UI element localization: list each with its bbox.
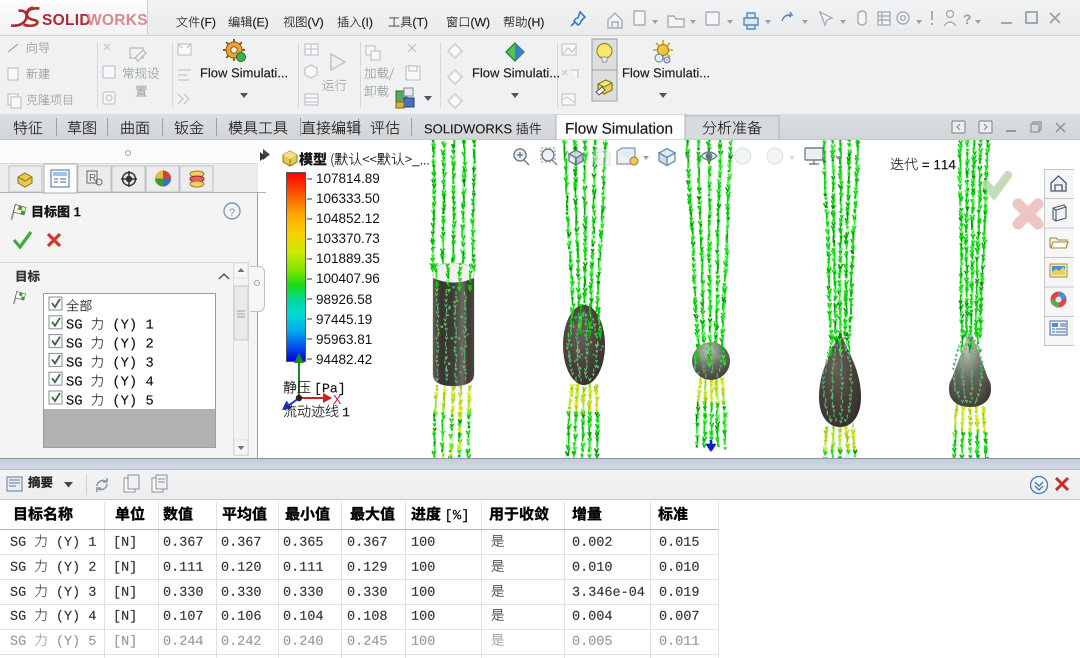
svg-text:WORKS: WORKS: [87, 12, 148, 29]
svg-text:R: R: [89, 173, 96, 184]
svg-text:?: ?: [229, 207, 235, 219]
svg-text:?: ?: [963, 11, 972, 27]
svg-text:SOLID: SOLID: [42, 12, 91, 29]
